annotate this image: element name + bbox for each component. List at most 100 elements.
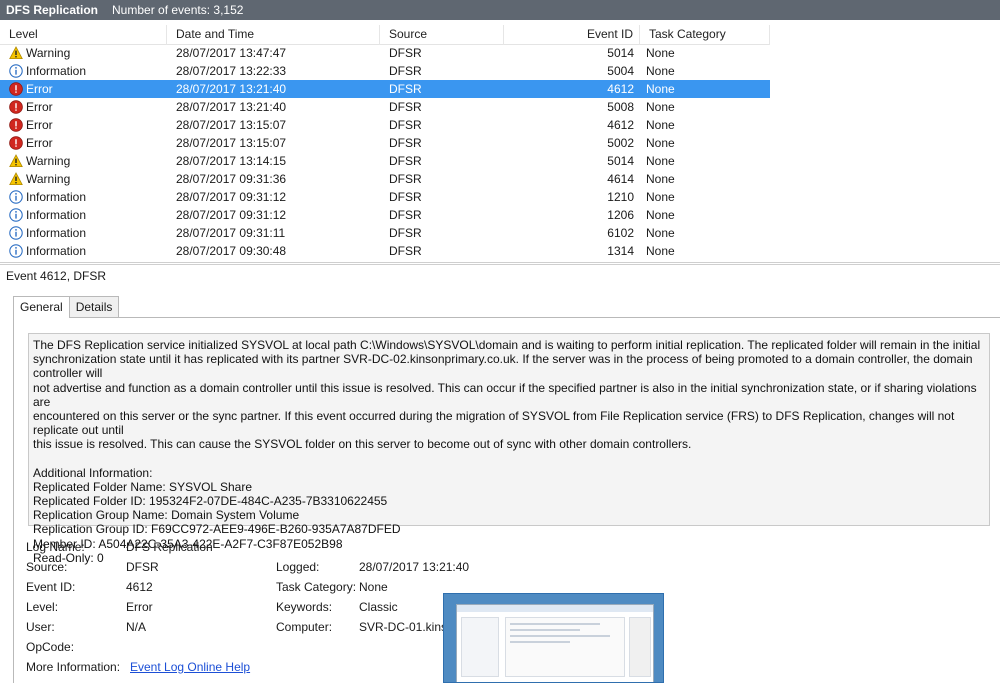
level-label: Level:: [26, 600, 59, 614]
additional-info-line: Additional Information:: [33, 465, 153, 480]
level-cell: Error: [0, 98, 167, 116]
thumbnail-window: [456, 604, 654, 682]
event-id-cell: 5008: [607, 100, 634, 114]
task-category-cell: None: [646, 172, 675, 186]
event-id-label: Event ID:: [26, 580, 76, 594]
level-cell: Error: [0, 116, 167, 134]
additional-info-line: Replicated Folder ID: 195324F2-07DE-484C…: [33, 494, 388, 509]
event-row[interactable]: Information 28/07/2017 09:31:11 DFSR 6102 No…: [0, 224, 770, 242]
level-cell: Information: [0, 224, 167, 242]
task-category-cell: None: [646, 154, 675, 168]
event-id-cell: 5014: [607, 46, 634, 60]
source-cell: DFSR: [389, 190, 422, 204]
event-id-cell: 1210: [607, 190, 634, 204]
level-cell: Warning: [0, 152, 167, 170]
event-row[interactable]: Error 28/07/2017 13:15:07 DFSR 5002 None: [0, 134, 770, 152]
source-cell: DFSR: [389, 208, 422, 222]
source-label: Source:: [26, 560, 68, 574]
level-cell: Information: [0, 188, 167, 206]
error-icon: [9, 82, 23, 96]
tab-general[interactable]: General: [13, 296, 70, 318]
task-category-value: None: [359, 580, 388, 594]
event-id-cell: 5002: [607, 136, 634, 150]
level-text: Error: [26, 100, 53, 114]
information-icon: [9, 208, 23, 222]
error-icon: [9, 136, 23, 150]
event-id-cell: 6102: [607, 226, 634, 240]
computer-label: Computer:: [276, 620, 333, 634]
source-cell: DFSR: [389, 136, 422, 150]
title-bar: DFS Replication Number of events: 3,152: [0, 0, 1000, 20]
event-row[interactable]: Error 28/07/2017 13:21:40 DFSR 4612 None: [0, 80, 770, 98]
date-cell: 28/07/2017 09:31:11: [176, 226, 286, 240]
user-value: N/A: [126, 620, 147, 634]
level-text: Information: [26, 190, 87, 204]
event-row[interactable]: Warning 28/07/2017 13:47:47 DFSR 5014 None: [0, 44, 770, 62]
event-id-cell: 1206: [607, 208, 634, 222]
warning-icon: [9, 46, 23, 60]
level-text: Information: [26, 208, 87, 222]
event-row[interactable]: Error 28/07/2017 13:15:07 DFSR 4612 None: [0, 116, 770, 134]
computer-value: SVR-DC-01.kinso: [359, 620, 454, 634]
event-rows: Warning 28/07/2017 13:47:47 DFSR 5014 None In…: [0, 44, 770, 260]
event-list[interactable]: Level Date and Time Source Event ID Task…: [0, 20, 1000, 263]
level-cell: Information: [0, 206, 167, 224]
event-row[interactable]: Information 28/07/2017 09:31:12 DFSR 1210 No…: [0, 188, 770, 206]
event-row[interactable]: Error 28/07/2017 13:21:40 DFSR 5008 None: [0, 98, 770, 116]
date-cell: 28/07/2017 13:15:07: [176, 136, 287, 150]
column-header-level[interactable]: Level: [0, 25, 167, 45]
event-count: Number of events: 3,152: [112, 3, 244, 17]
event-id-cell: 4612: [607, 82, 634, 96]
window-thumbnail-preview[interactable]: [443, 593, 664, 683]
level-text: Warning: [26, 172, 71, 186]
event-id-cell: 5004: [607, 64, 634, 78]
event-row[interactable]: Information 28/07/2017 13:22:33 DFSR 5004 No…: [0, 62, 770, 80]
error-icon: [9, 118, 23, 132]
source-cell: DFSR: [389, 100, 422, 114]
event-id-cell: 4612: [607, 118, 634, 132]
description-line: synchronization state until it has repli…: [33, 352, 973, 381]
description-line: not advertise and function as a domain c…: [33, 380, 977, 409]
keywords-label: Keywords:: [276, 600, 333, 614]
date-cell: 28/07/2017 09:31:36: [176, 172, 287, 186]
source-value: DFSR: [126, 560, 159, 574]
task-category-cell: None: [646, 226, 675, 240]
additional-info-line: Replication Group ID: F69CC972-AEE9-496E…: [33, 522, 401, 537]
event-row[interactable]: Warning 28/07/2017 13:14:15 DFSR 5014 None: [0, 152, 770, 170]
level-cell: Warning: [0, 44, 167, 62]
date-cell: 28/07/2017 13:14:15: [176, 154, 287, 168]
level-text: Error: [26, 136, 53, 150]
column-header-source[interactable]: Source: [380, 25, 504, 45]
additional-info-line: Replicated Folder Name: SYSVOL Share: [33, 479, 252, 494]
date-cell: 28/07/2017 13:22:33: [176, 64, 287, 78]
event-description[interactable]: The DFS Replication service initialized …: [28, 333, 990, 565]
user-label: User:: [26, 620, 55, 634]
detail-tabs: General Details: [13, 296, 120, 318]
source-cell: DFSR: [389, 118, 422, 132]
source-cell: DFSR: [389, 244, 422, 258]
more-info-label: More Information:: [26, 660, 121, 674]
event-id-cell: 4614: [607, 172, 634, 186]
task-category-cell: None: [646, 136, 675, 150]
task-category-cell: None: [646, 118, 675, 132]
event-log-online-help-link[interactable]: Event Log Online Help: [130, 657, 250, 677]
tab-details[interactable]: Details: [68, 296, 120, 317]
date-cell: 28/07/2017 09:31:12: [176, 208, 287, 222]
information-icon: [9, 244, 23, 258]
event-row[interactable]: Warning 28/07/2017 09:31:36 DFSR 4614 None: [0, 170, 770, 188]
column-header-task-category[interactable]: Task Category: [640, 25, 770, 45]
column-header-date[interactable]: Date and Time: [167, 25, 380, 45]
level-text: Information: [26, 226, 87, 240]
log-name-label: Log Name:: [26, 540, 85, 554]
event-id-cell: 5014: [607, 154, 634, 168]
date-cell: 28/07/2017 13:21:40: [176, 82, 287, 96]
logged-value: 28/07/2017 13:21:40: [359, 560, 470, 574]
level-cell: Information: [0, 62, 167, 80]
column-header-event-id[interactable]: Event ID: [504, 25, 640, 45]
event-row[interactable]: Information 28/07/2017 09:30:48 DFSR 1314 No…: [0, 242, 770, 260]
event-row[interactable]: Information 28/07/2017 09:31:12 DFSR 1206 No…: [0, 206, 770, 224]
date-cell: 28/07/2017 09:31:12: [176, 190, 287, 204]
source-cell: DFSR: [389, 226, 422, 240]
date-cell: 28/07/2017 13:15:07: [176, 118, 287, 132]
description-line: this issue is resolved. This can cause t…: [33, 437, 692, 452]
